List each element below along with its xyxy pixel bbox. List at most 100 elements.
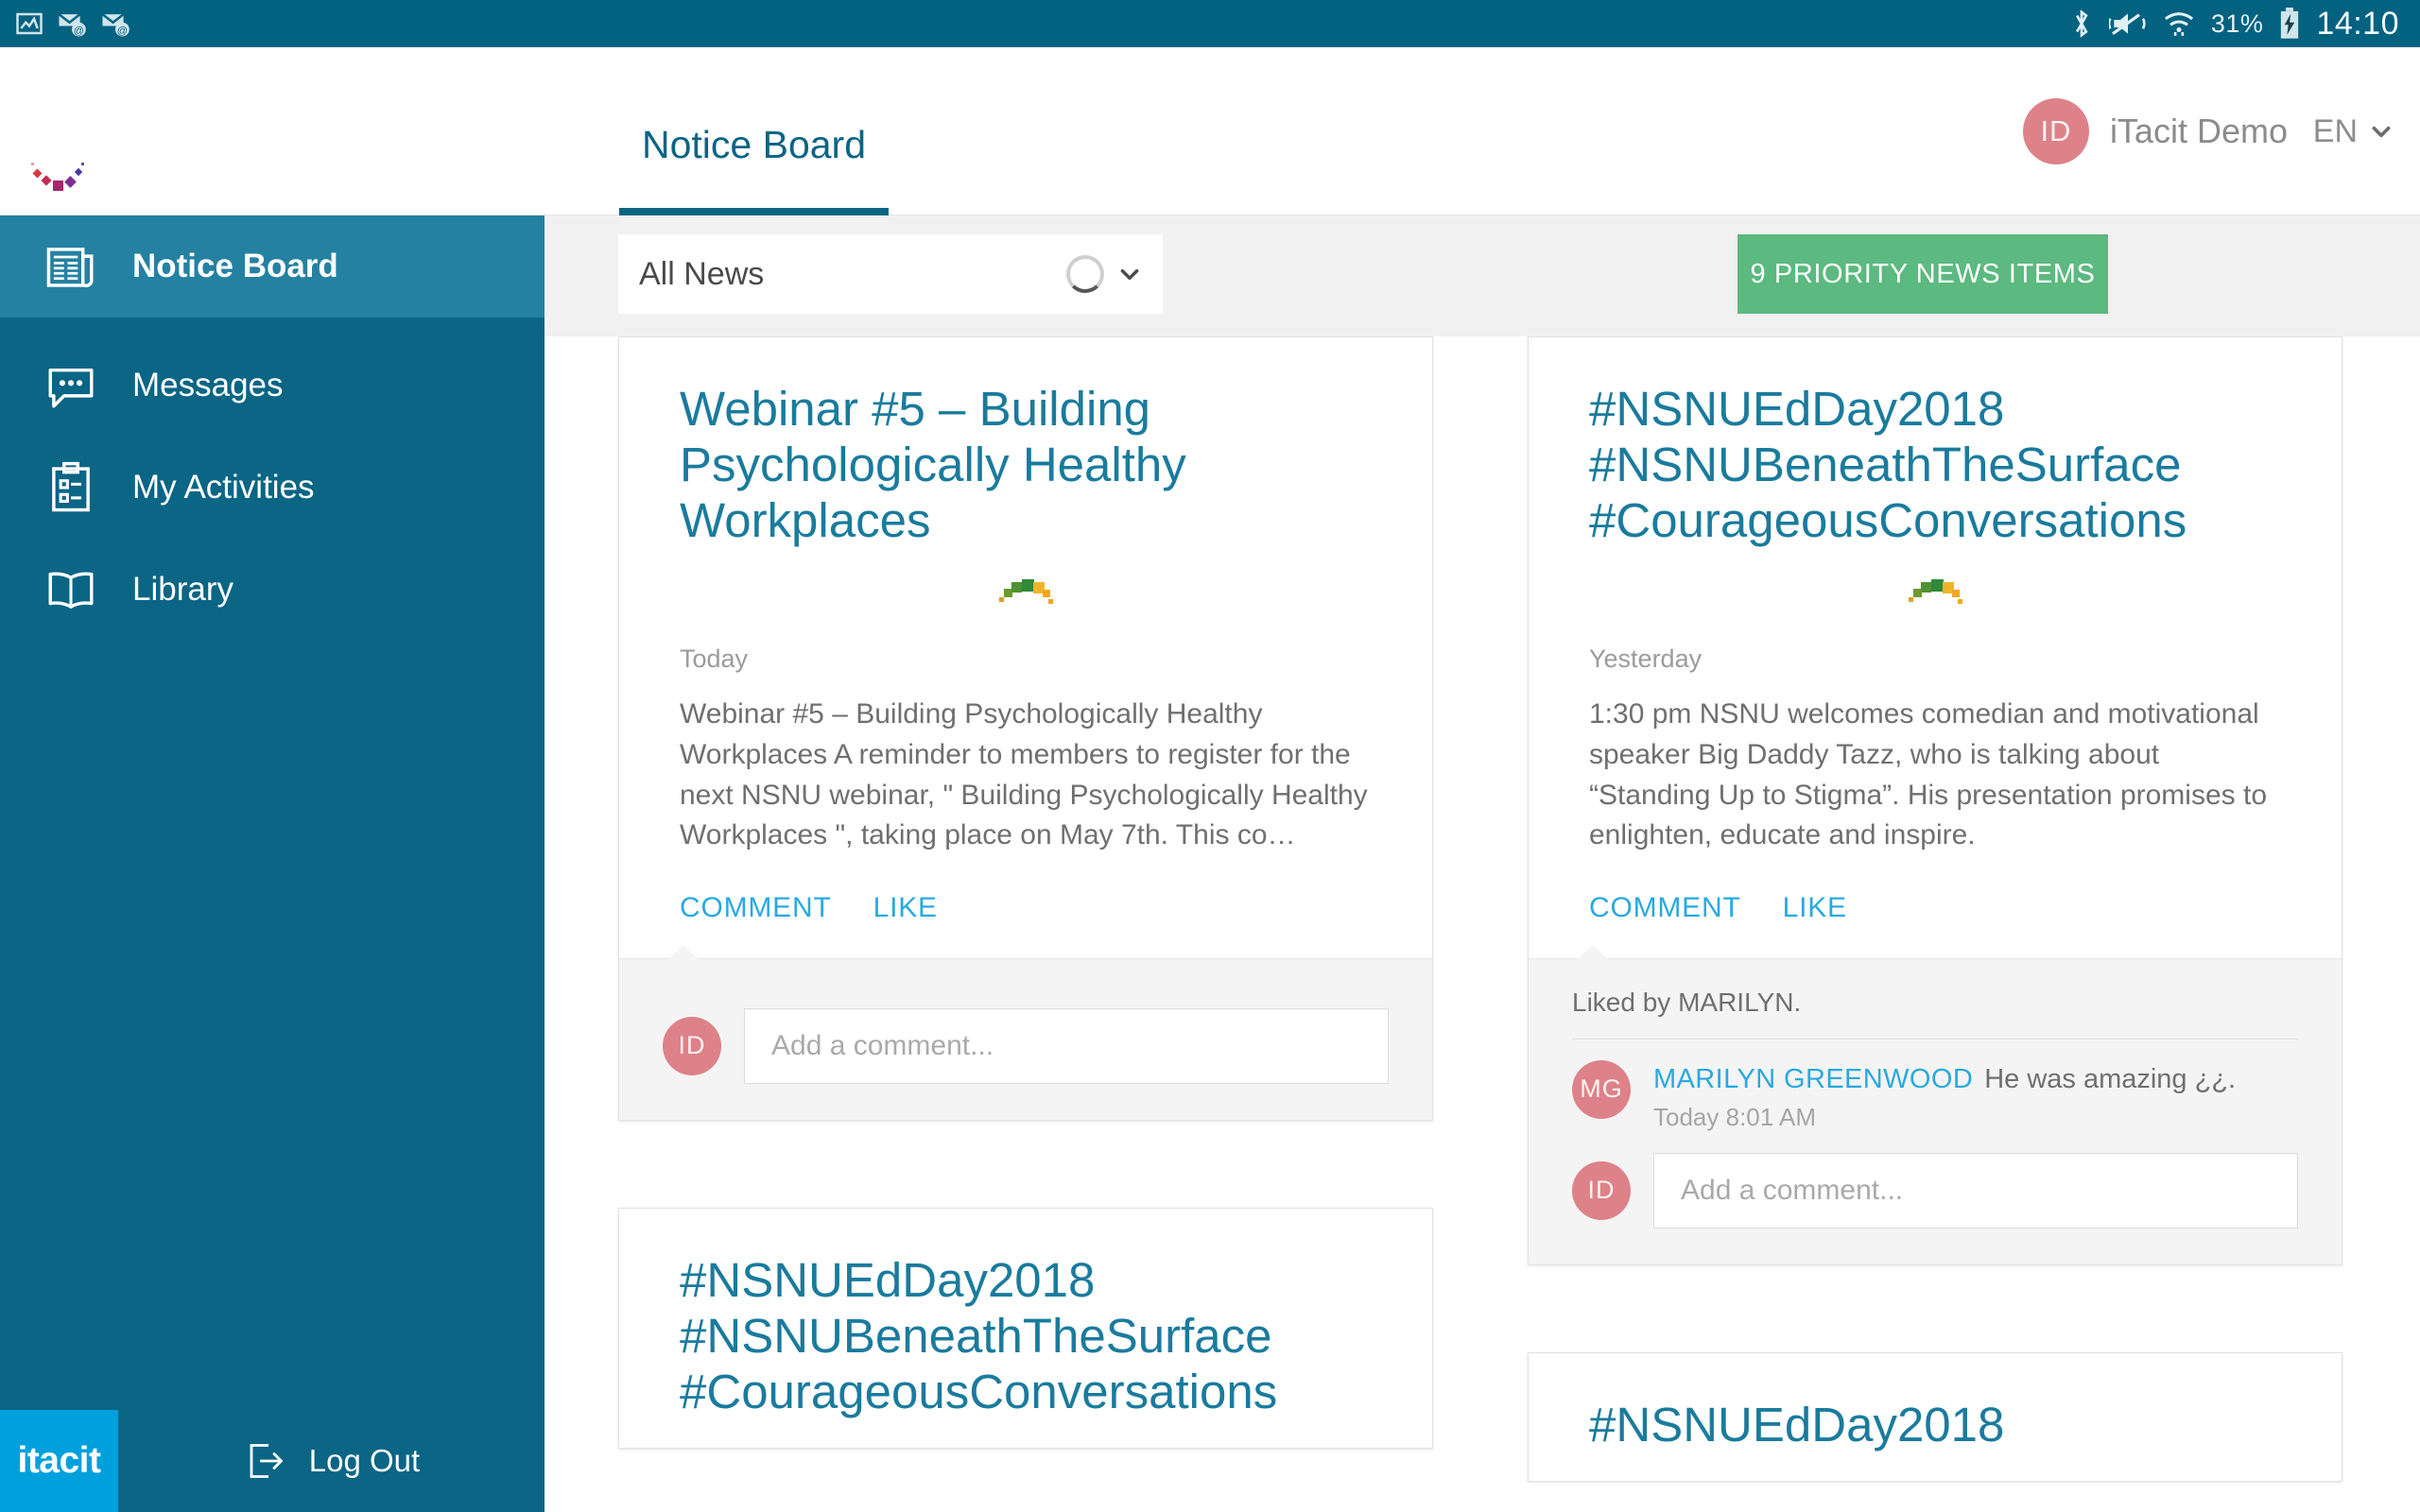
comment-timestamp: Today 8:01 AM [1653, 1102, 1816, 1131]
main-content: All News 9 PRIORITY NEWS ITEMS Webinar #… [544, 215, 2420, 1512]
wifi-icon [2164, 12, 2193, 36]
priority-news-button[interactable]: 9 PRIORITY NEWS ITEMS [1737, 234, 2108, 314]
logout-button[interactable]: Log Out [118, 1438, 544, 1484]
bluetooth-icon [2075, 9, 2088, 38]
itacit-logo-text: itacit [17, 1440, 101, 1481]
news-card-text: 1:30 pm NSNU welcomes comedian and motiv… [1589, 698, 2267, 851]
avatar-initials: ID [678, 1031, 706, 1060]
sidebar-nav: Notice Board Messages My Activities Libr… [0, 215, 544, 1512]
news-card-body: #NSNUEdDay2018 #NSNUBeneathTheSurface #C… [619, 1209, 1432, 1448]
email-icon: @ [58, 13, 86, 37]
avatar: ID [663, 1016, 721, 1075]
avatar[interactable]: ID [2022, 98, 2089, 164]
battery-charging-icon [2281, 8, 2299, 39]
sidebar-footer: itacit Log Out [0, 1410, 544, 1512]
comment-body: MARILYN GREENWOOD He was amazing ¿¿. Toda… [1653, 1060, 2236, 1132]
news-card-title[interactable]: #NSNUEdDay2018 [1589, 1397, 2281, 1452]
like-button[interactable]: LIKE [1783, 892, 1847, 924]
comment-button[interactable]: COMMENT [1589, 892, 1741, 924]
like-button[interactable]: LIKE [873, 892, 938, 924]
open-book-icon [48, 572, 94, 609]
news-card-body: #NSNUEdDay2018 [1529, 1353, 2342, 1481]
sidebar-item-my-activities[interactable]: My Activities [0, 437, 544, 539]
avatar-initials: ID [2040, 114, 2072, 147]
exit-icon [250, 1444, 283, 1478]
news-card[interactable]: #NSNUEdDay2018 #NSNUBeneathTheSurface #C… [618, 1207, 1433, 1450]
header-tabs: Notice Board [619, 47, 890, 215]
news-card-footer: ID [619, 944, 1432, 1120]
language-selector[interactable]: EN [2313, 47, 2394, 215]
avatar: MG [1572, 1059, 1631, 1119]
image-icon [16, 12, 43, 35]
comment-line: MARILYN GREENWOOD He was amazing ¿¿. [1653, 1064, 2236, 1095]
battery-percent-label: 31% [2210, 9, 2264, 38]
comment-compose-row: ID [663, 1007, 1389, 1084]
loading-spinner-icon [1066, 255, 1104, 293]
status-bar-left-icons: @ @ [15, 9, 130, 38]
news-card[interactable]: #NSNUEdDay2018 #NSNUBeneathTheSurface #C… [1528, 336, 2342, 1265]
comment-author[interactable]: MARILYN GREENWOOD [1653, 1064, 1973, 1094]
sidebar-item-library-label: Library [132, 571, 233, 608]
loading-arc-spinner-icon [997, 576, 1054, 609]
sidebar-item-my-activities-label: My Activities [132, 469, 315, 506]
itacit-dots-logo [31, 163, 84, 191]
news-card-media [680, 548, 1372, 629]
news-card-title[interactable]: #NSNUEdDay2018 #NSNUBeneathTheSurface #C… [1589, 381, 2281, 548]
newspaper-icon [46, 248, 94, 287]
news-card-date: Yesterday [1589, 644, 1703, 674]
itacit-logo: itacit [0, 1410, 118, 1512]
sidebar-item-library[interactable]: Library [0, 539, 544, 641]
feed-column-left: Webinar #5 – Building Psychologically He… [618, 336, 1433, 1512]
divider [1572, 1038, 2298, 1040]
tab-notice-board-label: Notice Board [642, 123, 867, 166]
news-card-text: Webinar #5 – Building Psychologically He… [680, 698, 1368, 851]
logout-label: Log Out [308, 1443, 421, 1478]
email-icon: @ [101, 13, 130, 37]
filter-bar: All News 9 PRIORITY NEWS ITEMS [544, 215, 2420, 336]
feed-column-right: #NSNUEdDay2018 #NSNUBeneathTheSurface #C… [1528, 336, 2342, 1512]
news-card[interactable]: #NSNUEdDay2018 [1528, 1351, 2342, 1482]
android-status-bar: @ @ 31% 14:10 [0, 0, 2420, 47]
sidebar-item-messages-label: Messages [132, 367, 284, 404]
status-bar-clock: 14:10 [2316, 5, 2399, 42]
svg-text:@: @ [74, 26, 84, 37]
clipboard-icon [52, 461, 90, 512]
priority-news-button-label: 9 PRIORITY NEWS ITEMS [1750, 258, 2096, 289]
news-card-body: #NSNUEdDay2018 #NSNUBeneathTheSurface #C… [1529, 337, 2342, 958]
sidebar-item-messages[interactable]: Messages [0, 335, 544, 437]
tab-notice-board[interactable]: Notice Board [619, 47, 890, 215]
language-label: EN [2312, 112, 2358, 149]
news-card-actions: COMMENT LIKE [1589, 892, 2281, 930]
comment-item: MG MARILYN GREENWOOD He was amazing ¿¿. T… [1572, 1059, 2298, 1132]
sidebar-item-notice-board[interactable]: Notice Board [0, 215, 544, 318]
avatar-initials: MG [1580, 1074, 1623, 1104]
user-menu[interactable]: ID iTacit Demo [2022, 47, 2288, 215]
chevron-down-icon [1120, 269, 1139, 281]
news-card-actions: COMMENT LIKE [680, 892, 1372, 930]
news-filter-select[interactable]: All News [618, 234, 1163, 314]
comment-compose-row: ID [1572, 1152, 2298, 1228]
app-header: Notice Board ID iTacit Demo EN [0, 47, 2420, 215]
news-filter-value: All News [639, 255, 765, 292]
comment-text: He was amazing ¿¿. [1984, 1063, 2237, 1094]
avatar-initials: ID [1587, 1176, 1616, 1205]
comment-button[interactable]: COMMENT [680, 892, 832, 924]
liked-by-label: Liked by MARILYN. [1572, 987, 1802, 1017]
news-card-title[interactable]: Webinar #5 – Building Psychologically He… [680, 381, 1372, 548]
news-card-body: Webinar #5 – Building Psychologically He… [619, 337, 1432, 958]
avatar: ID [1572, 1160, 1631, 1220]
loading-arc-spinner-icon [1907, 576, 1963, 609]
add-comment-input[interactable] [1653, 1152, 2298, 1228]
add-comment-input[interactable] [744, 1007, 1389, 1084]
sidebar-item-notice-board-label: Notice Board [132, 248, 338, 284]
news-card-footer: Liked by MARILYN. MG MARILYN GREENWOOD He… [1529, 944, 2342, 1264]
user-name-label: iTacit Demo [2109, 112, 2288, 150]
chat-bubble-icon [48, 368, 94, 408]
news-card[interactable]: Webinar #5 – Building Psychologically He… [618, 336, 1433, 1121]
news-card-date: Today [680, 644, 749, 674]
news-feed[interactable]: Webinar #5 – Building Psychologically He… [544, 336, 2420, 1512]
news-card-title[interactable]: #NSNUEdDay2018 #NSNUBeneathTheSurface #C… [680, 1252, 1372, 1419]
news-card-media [1589, 548, 2281, 629]
vibrate-mute-icon [2108, 13, 2146, 35]
